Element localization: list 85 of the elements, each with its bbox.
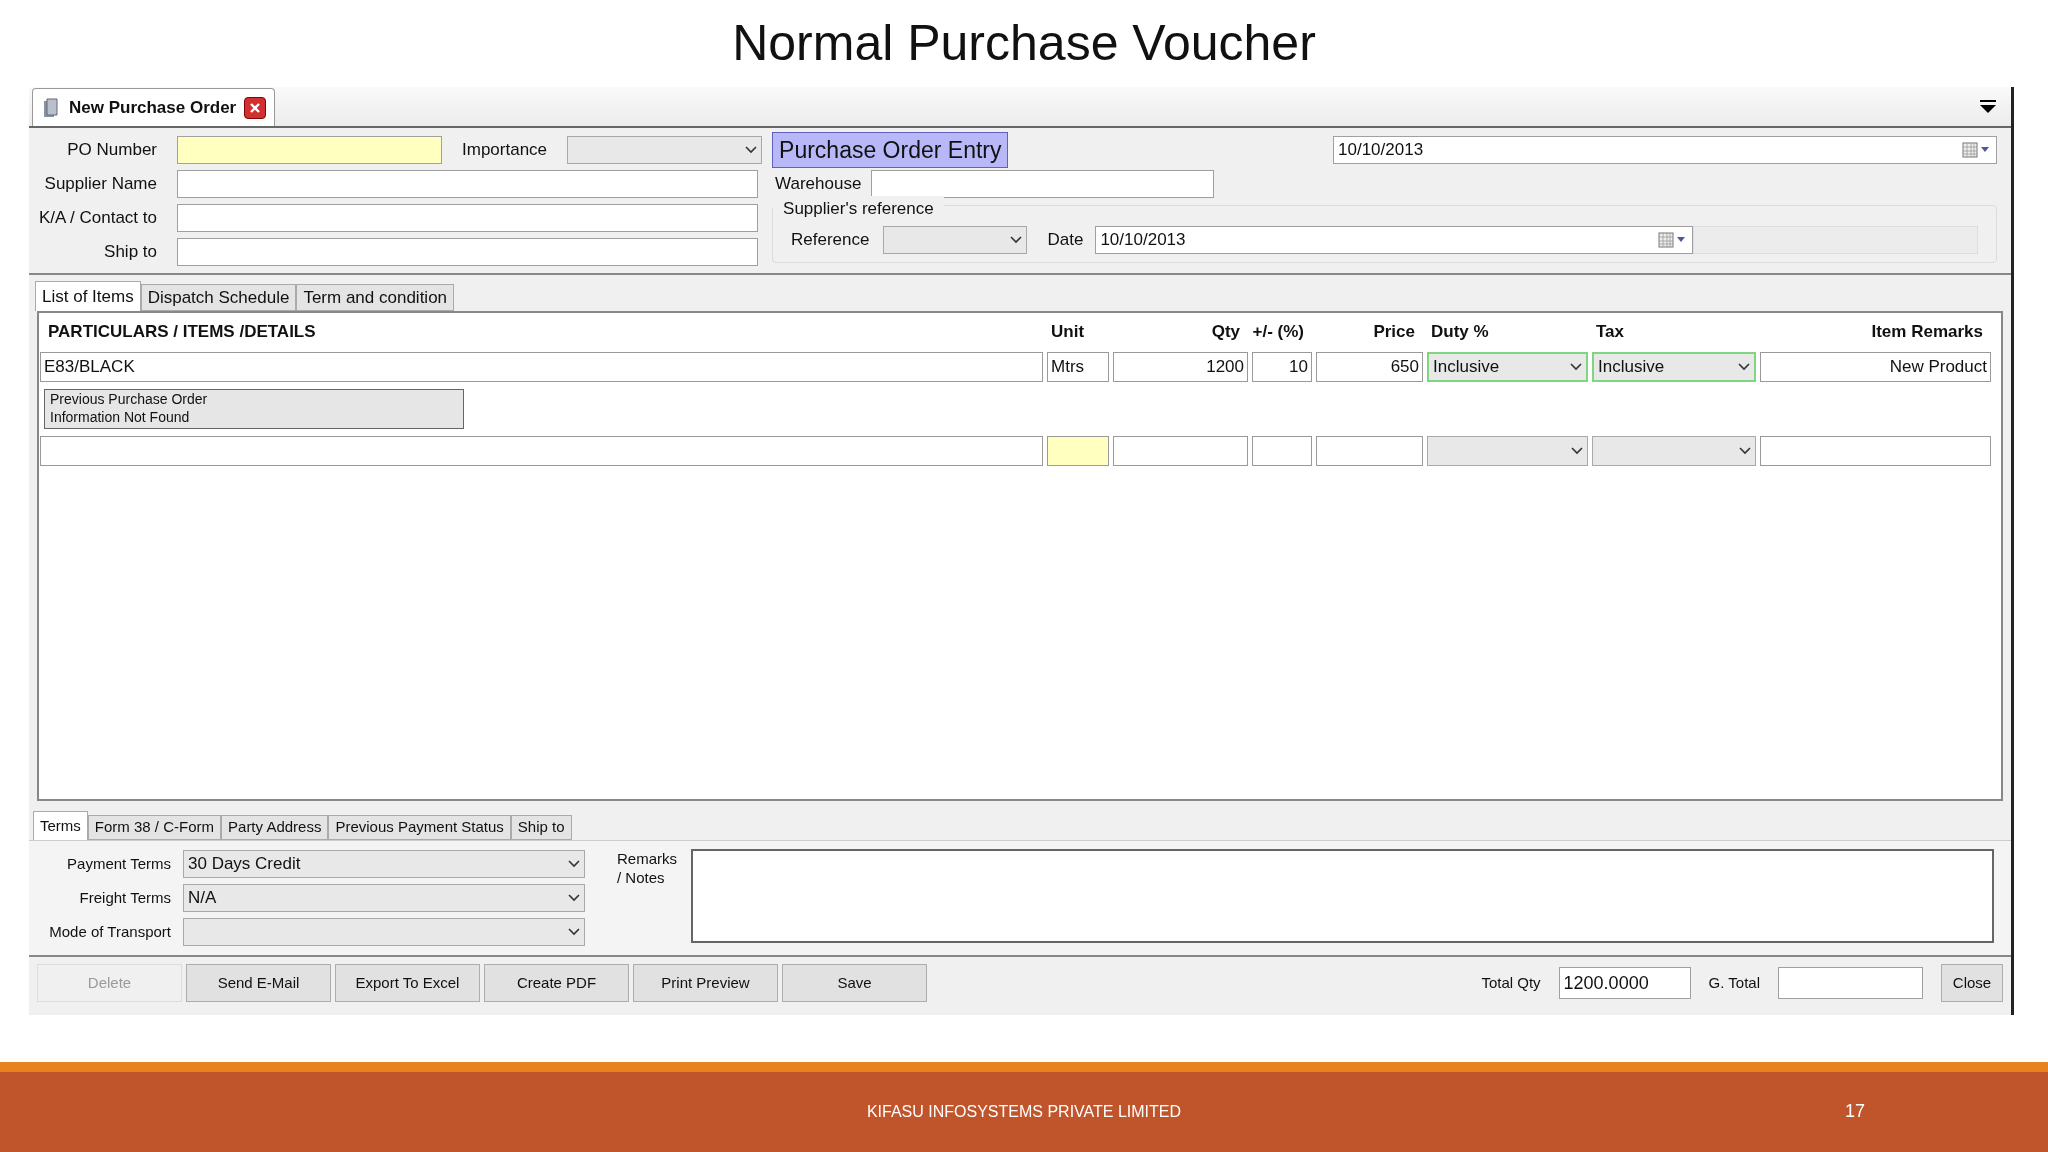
- terms-dropdown[interactable]: N/A: [183, 884, 585, 912]
- tab[interactable]: Term and condition: [296, 284, 455, 311]
- grid-dropdown[interactable]: Inclusive: [1427, 352, 1588, 382]
- remarks-field[interactable]: [691, 849, 1994, 943]
- document-stack-icon: [41, 96, 61, 119]
- terms-dropdown[interactable]: [183, 918, 585, 946]
- remarks-label: Remarks / Notes: [617, 849, 678, 888]
- info-notice: Previous Purchase Order Information Not Found: [44, 389, 464, 429]
- chevron-down-icon: [568, 928, 580, 936]
- chevron-down-icon: [1571, 447, 1583, 455]
- field-label: PO Number: [66, 139, 158, 162]
- field-label: Ship to: [103, 241, 158, 264]
- slide-title: Normal Purchase Voucher: [732, 14, 1316, 73]
- tab[interactable]: Form 38 / C-Form: [87, 815, 222, 840]
- grid-dropdown[interactable]: Inclusive: [1592, 352, 1756, 382]
- field-label: G. Total: [1708, 972, 1760, 993]
- tab[interactable]: List of Items: [35, 281, 141, 311]
- importance-dropdown[interactable]: [567, 136, 763, 164]
- column-header: Tax: [1595, 321, 1626, 344]
- grid-cell-field[interactable]: [1760, 436, 1991, 466]
- date-picker[interactable]: 10/10/2013: [1095, 225, 1694, 254]
- chevron-down-icon: [1738, 363, 1750, 371]
- tab[interactable]: Party Address: [221, 815, 329, 840]
- grid-cell-field[interactable]: [1113, 436, 1248, 466]
- column-header: Qty: [1210, 321, 1241, 344]
- tab[interactable]: Ship to: [510, 815, 572, 840]
- field-label: Importance: [461, 139, 549, 162]
- field-label: Total Qty: [1481, 972, 1541, 993]
- grid-cell-field[interactable]: Mtrs: [1047, 352, 1109, 382]
- grid-cell-field[interactable]: 650: [1316, 352, 1423, 382]
- document-tab[interactable]: New Purchase Order: [32, 88, 276, 126]
- column-header: Item Remarks: [1870, 321, 1984, 344]
- grid-cell-field[interactable]: 1200: [1113, 352, 1248, 382]
- text-field[interactable]: [177, 204, 758, 232]
- field-label: Date: [1047, 228, 1084, 251]
- text-field[interactable]: [177, 238, 758, 266]
- field-label: Freight Terms: [78, 887, 171, 908]
- grid-cell-field[interactable]: [1252, 436, 1312, 466]
- chevron-down-icon: [568, 860, 580, 868]
- column-header: Duty %: [1430, 321, 1490, 344]
- column-header: +/- (%): [1252, 321, 1305, 344]
- chevron-down-icon: [1570, 363, 1582, 371]
- field-label: Reference: [791, 228, 870, 251]
- grid-dropdown[interactable]: [1592, 436, 1756, 466]
- total-qty-field: 1200.0000: [1558, 967, 1691, 999]
- terms-dropdown[interactable]: 30 Days Credit: [183, 850, 585, 878]
- column-header: Unit: [1050, 321, 1086, 344]
- field-label: Mode of Transport: [48, 921, 171, 942]
- calendar-dropdown-icon: [1962, 142, 1992, 158]
- warehouse-field[interactable]: [871, 170, 1215, 198]
- page-number: 17: [1845, 1100, 1866, 1123]
- reference-dropdown[interactable]: [883, 225, 1028, 254]
- po-number-field[interactable]: [177, 136, 442, 164]
- grid-cell-field[interactable]: E83/BLACK: [40, 352, 1043, 382]
- close-icon[interactable]: [244, 96, 267, 119]
- chevron-down-icon: [1010, 235, 1023, 244]
- tab[interactable]: Dispatch Schedule: [140, 284, 297, 311]
- grid-cell-field[interactable]: New Product: [1760, 352, 1991, 382]
- action-button[interactable]: Export To Excel: [335, 964, 480, 1002]
- text-field[interactable]: [177, 170, 758, 198]
- footer-company: KIFASU INFOSYSTEMS PRIVATE LIMITED: [866, 1102, 1182, 1122]
- chevron-down-icon: [568, 894, 580, 902]
- field-label: Supplier Name: [43, 173, 158, 196]
- action-button[interactable]: Print Preview: [633, 964, 778, 1002]
- action-button[interactable]: Send E-Mail: [186, 964, 331, 1002]
- column-header: Price: [1372, 321, 1416, 344]
- grid-dropdown[interactable]: [1427, 436, 1588, 466]
- action-button[interactable]: Create PDF: [484, 964, 629, 1002]
- chevron-down-icon: [745, 146, 758, 154]
- tab[interactable]: Previous Payment Status: [328, 815, 511, 840]
- grid-cell-field[interactable]: [1316, 436, 1423, 466]
- action-button[interactable]: Save: [782, 964, 927, 1002]
- grid-cell-field[interactable]: 10: [1252, 352, 1312, 382]
- dropdown-icon[interactable]: [1979, 100, 1997, 114]
- grid-cell-field[interactable]: [40, 436, 1043, 466]
- form-banner: Purchase Order Entry: [772, 131, 1009, 169]
- field-label: K/A / Contact to: [37, 207, 158, 230]
- field-label: Warehouse: [774, 173, 862, 196]
- close-button[interactable]: Close: [1941, 964, 2003, 1002]
- chevron-down-icon: [1739, 447, 1751, 455]
- tab[interactable]: Terms: [33, 811, 88, 840]
- grid-cell-field[interactable]: [1047, 436, 1109, 466]
- date-picker[interactable]: 10/10/2013: [1333, 136, 1997, 164]
- column-header: PARTICULARS / ITEMS /DETAILS: [47, 321, 317, 344]
- field-label: Payment Terms: [66, 853, 171, 874]
